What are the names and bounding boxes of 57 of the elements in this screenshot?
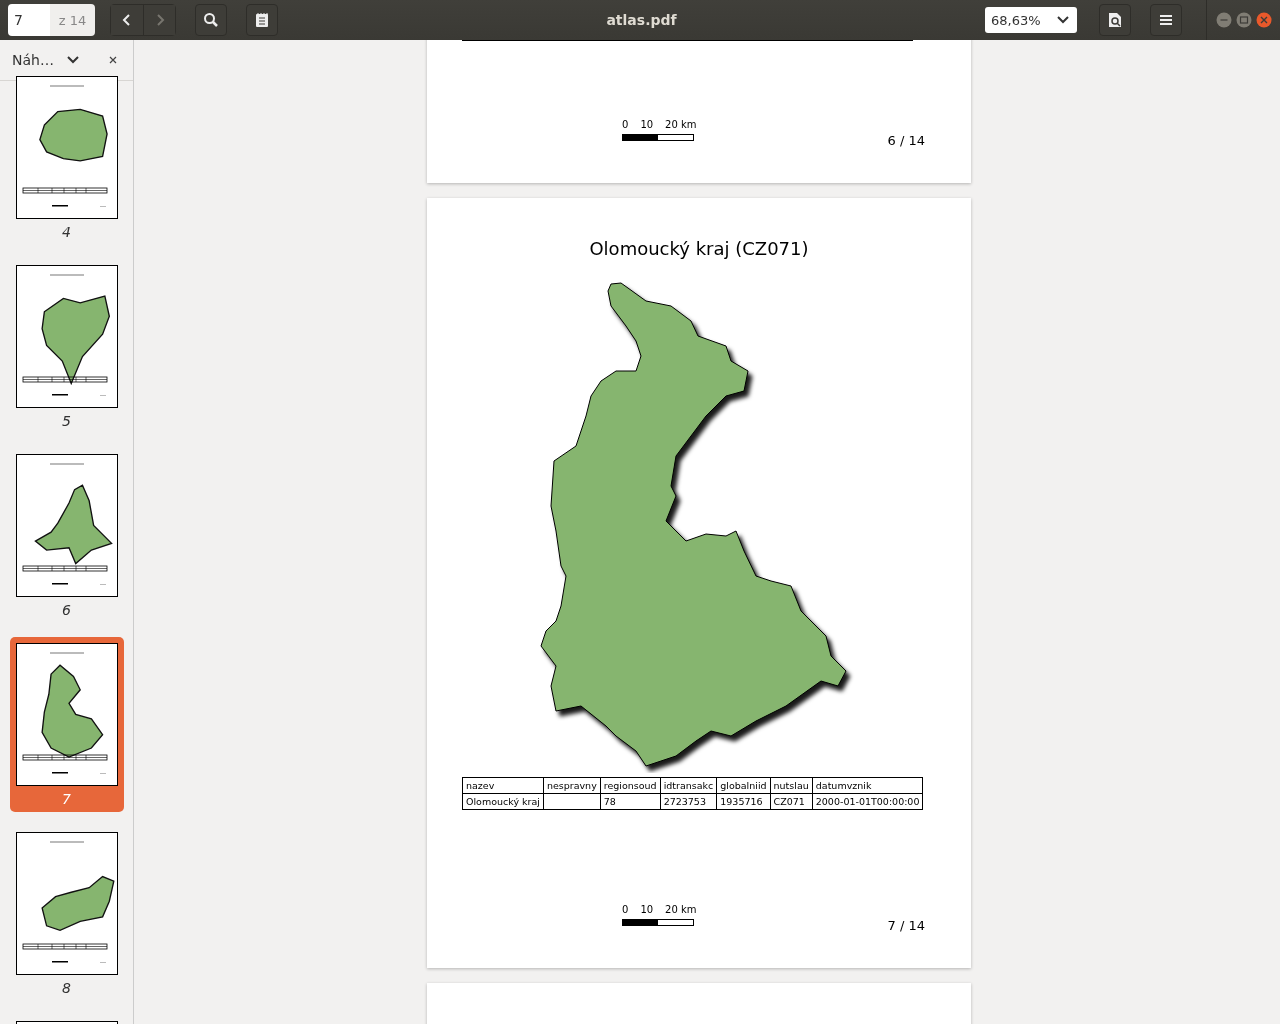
page-number-label: 6 / 14	[887, 133, 925, 148]
annotations-button[interactable]	[246, 4, 278, 36]
page-number-label: 4	[62, 223, 71, 242]
menu-button[interactable]	[1150, 4, 1182, 36]
table-header-cell: nazev	[462, 777, 544, 794]
chevron-down-icon	[66, 56, 79, 64]
page-number-label: 6	[62, 601, 71, 620]
close-icon	[109, 56, 117, 64]
table-header-cell: idtransakc	[660, 777, 717, 794]
table-cell: 1935716	[716, 793, 771, 810]
page-thumbnail[interactable]	[15, 454, 118, 597]
table-header-cell: globalniid	[716, 777, 771, 794]
scale-bar	[622, 919, 694, 926]
table-cell: 2723753	[660, 793, 717, 810]
chevron-right-icon	[154, 13, 165, 27]
table-cell: 78	[600, 793, 661, 810]
page-title: Olomoucký kraj (CZ071)	[589, 238, 809, 259]
scale-label: 20 km	[665, 119, 697, 130]
chevron-down-icon	[1057, 16, 1069, 24]
page-number-label: 8	[62, 979, 71, 998]
table-header-cell: nutslau	[770, 777, 813, 794]
chevron-left-icon	[122, 13, 132, 27]
document-search-icon	[1108, 12, 1122, 28]
scale-label: 10	[640, 119, 654, 130]
page-number-label: 7 / 14	[887, 918, 925, 933]
back-button[interactable]	[111, 5, 143, 35]
table-cell: 2000-01-01T00:00:00	[812, 793, 923, 810]
scale-label: 0	[622, 119, 629, 130]
table-cell: Olomoucký kraj	[462, 793, 544, 810]
document-search-button[interactable]	[1099, 4, 1131, 36]
scale-label: 0	[622, 904, 629, 915]
search-button[interactable]	[195, 4, 227, 36]
search-icon	[203, 12, 219, 28]
page-number-label: 5	[62, 412, 71, 431]
table-cell: CZ071	[770, 793, 813, 810]
page-count: z 14	[50, 4, 95, 36]
minimize-button[interactable]	[1216, 12, 1232, 28]
page-thumbnail[interactable]	[15, 76, 118, 219]
scale-label: 20 km	[665, 904, 697, 915]
table-header-cell: regionsoud	[600, 777, 661, 794]
close-sidebar-button[interactable]	[109, 56, 117, 64]
page-thumbnail[interactable]	[15, 265, 118, 408]
window-title: atlas.pdf	[605, 12, 678, 28]
menu-icon	[1159, 14, 1173, 26]
page-thumbnail[interactable]	[15, 643, 118, 786]
notepad-icon	[255, 12, 269, 28]
scale-bar	[622, 134, 694, 141]
maximize-button[interactable]	[1236, 12, 1252, 28]
sidebar-mode-dropdown[interactable]: Náh…	[12, 52, 79, 68]
table-header-cell: nespravny	[543, 777, 601, 794]
scale-label: 10	[640, 904, 654, 915]
table-header-cell: datumvznik	[812, 777, 923, 794]
zoom-dropdown[interactable]: 68,63%	[985, 7, 1077, 33]
page-number-label: 7	[62, 790, 71, 809]
page-number-field[interactable]: 7	[8, 4, 50, 36]
page-thumbnail[interactable]	[15, 832, 118, 975]
close-button[interactable]	[1256, 12, 1272, 28]
